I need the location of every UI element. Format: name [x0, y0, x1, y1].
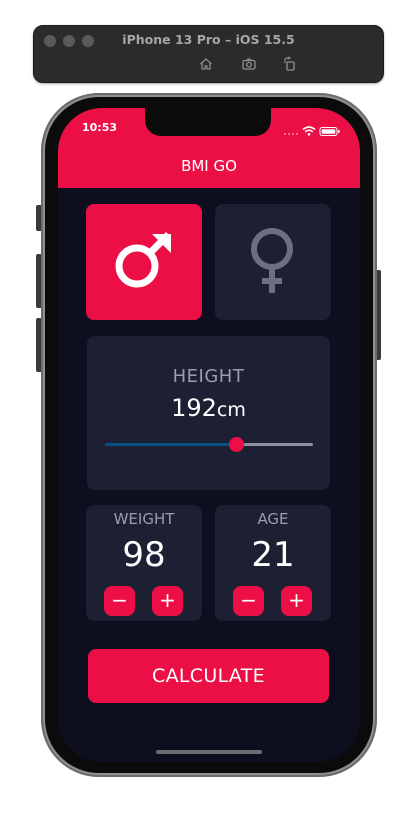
- height-label: HEIGHT: [172, 366, 245, 387]
- height-card: HEIGHT 192cm: [87, 336, 330, 490]
- screenshot-icon[interactable]: [241, 56, 257, 72]
- gender-male-card[interactable]: [86, 204, 202, 320]
- app-screen: 10:53 BMI GO HEIGHT 192cm WEIGHT 98 − + …: [58, 108, 360, 762]
- weight-increment-button[interactable]: +: [152, 586, 183, 616]
- home-icon[interactable]: [198, 56, 214, 72]
- age-value: 21: [251, 535, 295, 575]
- app-bar: 10:53 BMI GO: [58, 108, 360, 188]
- simulator-title: iPhone 13 Pro – iOS 15.5: [122, 32, 295, 47]
- rotate-icon[interactable]: [282, 56, 298, 72]
- gender-female-card[interactable]: [215, 204, 331, 320]
- status-time: 10:53: [82, 121, 118, 134]
- height-slider-track-active: [105, 443, 236, 446]
- age-increment-button[interactable]: +: [281, 586, 312, 616]
- battery-icon: [319, 127, 340, 136]
- cellular-signal-icon: [284, 133, 298, 135]
- app-title: BMI GO: [181, 157, 237, 175]
- status-icons: [282, 122, 342, 136]
- simulator-toolbar: iPhone 13 Pro – iOS 15.5: [33, 25, 384, 83]
- calculate-button[interactable]: CALCULATE: [88, 649, 329, 703]
- age-card: AGE 21 − +: [215, 505, 331, 621]
- height-number: 192: [171, 394, 217, 422]
- weight-decrement-button[interactable]: −: [104, 586, 135, 616]
- notch: [145, 108, 271, 136]
- weight-card: WEIGHT 98 − +: [86, 505, 202, 621]
- weight-label: WEIGHT: [113, 510, 175, 528]
- height-slider-track-inactive: [240, 443, 313, 446]
- weight-value: 98: [122, 535, 166, 575]
- age-decrement-button[interactable]: −: [233, 586, 264, 616]
- male-icon: [115, 232, 171, 288]
- height-unit: cm: [216, 399, 246, 421]
- home-indicator: [156, 750, 262, 754]
- wifi-icon: [302, 126, 316, 136]
- age-label: AGE: [257, 510, 289, 528]
- height-slider[interactable]: [105, 436, 313, 454]
- height-slider-thumb[interactable]: [229, 437, 244, 452]
- female-icon: [251, 228, 293, 293]
- height-value: 192cm: [87, 394, 330, 422]
